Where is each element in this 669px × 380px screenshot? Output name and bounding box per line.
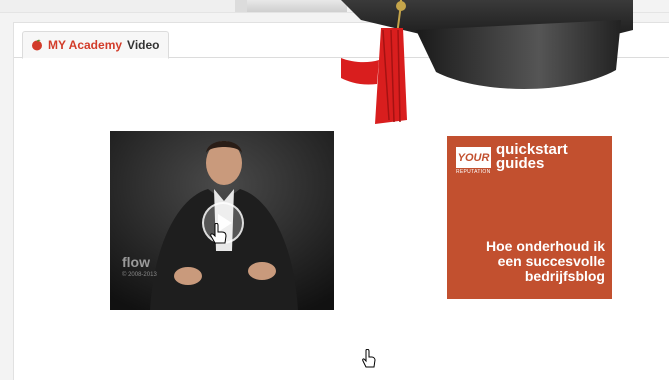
top-strip-divider (235, 0, 247, 12)
hand-cursor-icon (210, 223, 227, 244)
quickstart-guide-banner[interactable]: YOUR REPUTATION quickstart guides Hoe on… (447, 136, 612, 299)
video-watermark: flow (122, 254, 150, 270)
pointer-cursor-icon (362, 349, 376, 368)
academy-icon (32, 39, 42, 51)
guide-body: Hoe onderhoud ik een succesvolle bedrijf… (445, 239, 605, 284)
guide-heading: quickstart guides (496, 142, 568, 172)
guide-heading-line-2: guides (496, 155, 545, 172)
top-strip-tab (247, 0, 347, 12)
tab-my-academy-video[interactable]: MY Academy Video (22, 31, 169, 59)
your-logo: YOUR (456, 147, 491, 168)
tab-label: Video (127, 38, 160, 52)
graduation-cap-icon (341, 0, 633, 124)
guide-body-line-3: bedrijfsblog (524, 268, 605, 284)
video-player[interactable]: flow © 2008-2013 (110, 131, 334, 310)
top-strip-left (0, 0, 235, 12)
guide-body-line-2: een succesvolle (497, 253, 605, 269)
tab-brand-label: MY Academy (48, 38, 123, 52)
logo-subtext: REPUTATION (456, 169, 491, 175)
guide-body-line-1: Hoe onderhoud ik (486, 238, 605, 254)
video-copyright: © 2008-2013 (122, 272, 157, 278)
